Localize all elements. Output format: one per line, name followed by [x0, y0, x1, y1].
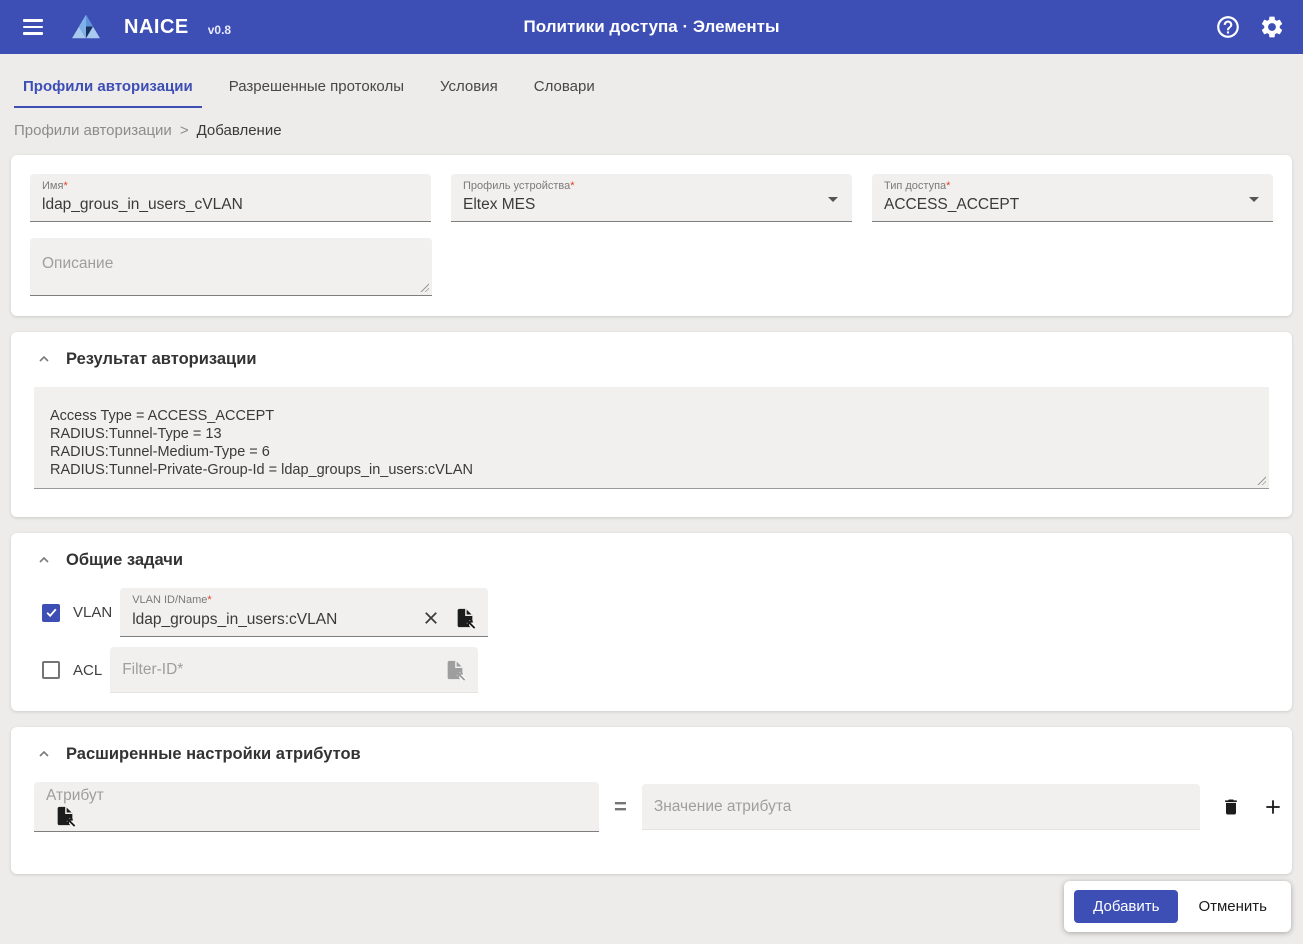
description-textarea[interactable] — [30, 238, 432, 295]
select-from-dictionary-button[interactable] — [454, 607, 476, 629]
authorization-result-header: Результат авторизации — [30, 347, 1273, 369]
tab-conditions[interactable]: Условия — [431, 78, 507, 108]
section-title: Расширенные настройки атрибутов — [66, 745, 361, 764]
vlan-checkbox-label: VLAN — [73, 604, 112, 621]
vlan-id-label: VLAN ID/Name* — [132, 594, 476, 607]
acl-checkbox-label: ACL — [73, 662, 102, 679]
help-icon — [1215, 14, 1241, 40]
delete-attribute-button[interactable] — [1218, 794, 1244, 820]
section-title: Результат авторизации — [66, 350, 256, 369]
attribute-value-input[interactable] — [654, 798, 1188, 816]
app-version: v0.8 — [208, 23, 231, 37]
vlan-checkbox[interactable] — [42, 604, 60, 622]
attribute-input[interactable] — [46, 787, 587, 805]
dropdown-arrow-icon[interactable] — [828, 197, 838, 202]
add-attribute-button[interactable] — [1260, 794, 1286, 820]
attribute-field[interactable] — [34, 782, 599, 832]
tab-allowed-protocols[interactable]: Разрешенные протоколы — [220, 78, 413, 108]
tab-bar: Профили авторизации Разрешенные протокол… — [14, 78, 1303, 108]
name-label: Имя* — [42, 180, 419, 193]
vlan-id-field[interactable]: VLAN ID/Name* — [120, 588, 488, 637]
name-field[interactable]: Имя* — [30, 174, 431, 222]
file-select-icon — [54, 805, 76, 827]
app-name: NAICE — [124, 16, 189, 39]
description-field[interactable] — [30, 238, 432, 296]
tab-dictionaries[interactable]: Словари — [525, 78, 604, 108]
collapse-button[interactable] — [34, 349, 54, 369]
authorization-result-box: Access Type = ACCESS_ACCEPT RADIUS:Tunne… — [34, 387, 1269, 489]
common-tasks-header: Общие задачи — [30, 548, 1273, 570]
advanced-attributes-header: Расширенные настройки атрибутов — [30, 742, 1273, 764]
submit-button[interactable]: Добавить — [1074, 890, 1178, 923]
authorization-result-card: Результат авторизации Access Type = ACCE… — [11, 332, 1292, 517]
action-bar: Добавить Отменить — [1064, 881, 1291, 932]
vlan-id-input[interactable] — [132, 608, 414, 629]
file-select-icon — [444, 659, 466, 681]
access-type-value[interactable] — [884, 193, 1261, 214]
vlan-task-row: VLAN VLAN ID/Name* — [42, 588, 1273, 637]
menu-button[interactable] — [16, 10, 50, 44]
filter-id-field[interactable] — [110, 647, 478, 693]
collapse-button[interactable] — [34, 550, 54, 570]
topbar-right — [1213, 12, 1287, 42]
check-icon — [45, 606, 58, 619]
device-profile-label: Профиль устройства* — [463, 180, 840, 193]
file-select-icon — [454, 607, 476, 629]
top-app-bar: NAICE v0.8 Политики доступа · Элементы — [0, 0, 1303, 54]
chevron-up-icon — [36, 552, 52, 568]
cancel-button[interactable]: Отменить — [1184, 890, 1281, 923]
access-type-label: Тип доступа* — [884, 180, 1261, 193]
device-profile-select[interactable]: Профиль устройства* — [451, 174, 852, 222]
page-title: Политики доступа · Элементы — [524, 17, 780, 37]
breadcrumb-separator-icon: > — [180, 122, 189, 139]
collapse-button[interactable] — [34, 744, 54, 764]
chevron-up-icon — [36, 351, 52, 367]
form-row-2 — [30, 222, 1273, 296]
settings-button[interactable] — [1257, 12, 1287, 42]
topbar-left: NAICE v0.8 — [16, 10, 231, 44]
attribute-value-field[interactable] — [642, 784, 1200, 830]
chevron-up-icon — [36, 746, 52, 762]
filter-id-input[interactable] — [122, 661, 436, 679]
name-input[interactable] — [42, 193, 419, 214]
breadcrumb: Профили авторизации > Добавление — [14, 122, 1303, 139]
tab-authorization-profiles[interactable]: Профили авторизации — [14, 78, 202, 108]
profile-form-card: Имя* Профиль устройства* Тип доступа* — [11, 155, 1292, 316]
form-row-1: Имя* Профиль устройства* Тип доступа* — [30, 174, 1273, 222]
select-from-dictionary-button[interactable] — [54, 805, 76, 827]
breadcrumb-current: Добавление — [197, 122, 282, 139]
device-profile-value[interactable] — [463, 193, 840, 214]
acl-checkbox[interactable] — [42, 661, 60, 679]
trash-icon — [1221, 797, 1241, 817]
section-title: Общие задачи — [66, 551, 183, 570]
select-from-dictionary-button[interactable] — [444, 659, 466, 681]
plus-icon — [1263, 797, 1283, 817]
equals-sign: = — [614, 794, 627, 820]
app-logo-icon — [70, 13, 102, 41]
advanced-attributes-card: Расширенные настройки атрибутов — [11, 727, 1292, 874]
dropdown-arrow-icon[interactable] — [1249, 197, 1259, 202]
hamburger-icon — [23, 19, 43, 35]
attribute-row: = — [34, 782, 1269, 832]
attribute-row-actions — [1218, 794, 1286, 820]
close-icon — [422, 609, 440, 627]
gear-icon — [1259, 14, 1285, 40]
help-button[interactable] — [1213, 12, 1243, 42]
clear-button[interactable] — [422, 609, 440, 627]
access-type-select[interactable]: Тип доступа* — [872, 174, 1273, 222]
common-tasks-card: Общие задачи VLAN VLAN ID/Name* — [11, 533, 1292, 711]
acl-task-row: ACL — [42, 647, 1273, 693]
authorization-result-textarea[interactable]: Access Type = ACCESS_ACCEPT RADIUS:Tunne… — [34, 387, 1269, 488]
breadcrumb-parent[interactable]: Профили авторизации — [14, 122, 172, 139]
